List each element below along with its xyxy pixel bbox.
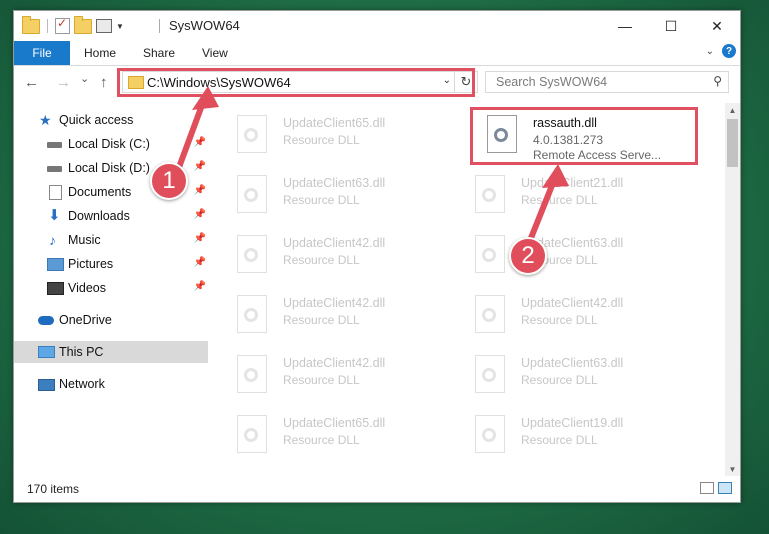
status-bar: 170 items (14, 476, 740, 502)
ribbon-tabs: File Home Share View ⌄ ? (14, 41, 740, 66)
pin-icon[interactable]: 📌 (194, 281, 206, 292)
sidebar-item-this-pc[interactable]: This PC (14, 341, 208, 363)
documents-icon (49, 185, 62, 200)
large-icons-view-icon[interactable] (718, 482, 732, 494)
file-item[interactable]: UpdateClient42.dll Resource DLL (211, 227, 436, 285)
dll-file-icon (475, 355, 505, 393)
pin-icon[interactable]: 📌 (194, 137, 206, 148)
dll-file-icon (475, 415, 505, 453)
address-folder-icon (128, 76, 144, 89)
navigation-pane: ★ Quick access Local Disk (C:) 📌 Local D… (14, 103, 210, 471)
tab-home[interactable]: Home (84, 41, 116, 65)
back-arrow-icon[interactable]: ← (24, 74, 39, 91)
address-dropdown-icon[interactable]: ⌄ (443, 75, 451, 86)
tab-file[interactable]: File (14, 41, 70, 65)
sidebar-item-downloads[interactable]: ⬇ Downloads 📌 (14, 205, 208, 227)
details-view-icon[interactable] (700, 482, 714, 494)
scroll-up-icon[interactable]: ▲ (725, 103, 740, 117)
network-icon (38, 379, 55, 391)
title-divider (159, 19, 160, 33)
toolbar-divider (47, 19, 48, 33)
navigation-bar: ← → ⌄ ↑ C:\Windows\SysWOW64 ⌄ ↻ ⚲ (14, 66, 740, 100)
window-title: SysWOW64 (169, 18, 240, 33)
pin-icon[interactable]: 📌 (194, 233, 206, 244)
music-icon: ♪ (49, 232, 56, 248)
file-list: UpdateClient65.dll Resource DLL UpdateCl… (211, 103, 727, 473)
sidebar-item-quick-access[interactable]: ★ Quick access (14, 109, 208, 131)
step-1-badge: 1 (150, 162, 188, 200)
sidebar-item-music[interactable]: ♪ Music 📌 (14, 229, 208, 251)
refresh-icon[interactable]: ↻ (454, 72, 477, 92)
maximize-button[interactable]: ☐ (648, 11, 694, 41)
folder-icon (22, 15, 40, 34)
dll-file-icon (237, 415, 267, 453)
star-icon: ★ (39, 112, 52, 128)
explorer-window: ▼ SysWOW64 — ☐ ✕ File Home Share View ⌄ … (13, 10, 741, 503)
file-item[interactable]: UpdateClient42.dll Resource DLL (211, 287, 436, 345)
dll-file-icon (237, 355, 267, 393)
pin-icon[interactable]: 📌 (194, 257, 206, 268)
file-item[interactable]: UpdateClient42.dll Resource DLL (449, 287, 674, 345)
dll-file-icon (237, 235, 267, 273)
search-input[interactable] (494, 74, 698, 90)
scroll-down-icon[interactable]: ▼ (725, 462, 740, 476)
minimize-button[interactable]: — (602, 11, 648, 41)
dll-file-icon (237, 115, 267, 153)
qat-dropdown-icon[interactable]: ▼ (116, 22, 124, 31)
sidebar-item-pictures[interactable]: Pictures 📌 (14, 253, 208, 275)
sidebar-item-onedrive[interactable]: OneDrive (14, 309, 208, 331)
address-bar[interactable]: C:\Windows\SysWOW64 ⌄ ↻ (122, 71, 478, 93)
file-item[interactable]: UpdateClient63.dll Resource DLL (211, 167, 436, 225)
quick-access-toolbar: ▼ (22, 15, 124, 34)
title-bar: ▼ SysWOW64 — ☐ ✕ (14, 11, 740, 41)
file-item[interactable]: UpdateClient63.dll Resource DLL (449, 227, 674, 285)
dll-file-icon (237, 175, 267, 213)
dll-file-icon (475, 235, 505, 273)
computer-icon (38, 346, 55, 358)
vertical-scrollbar[interactable]: ▲ ▼ (725, 103, 740, 476)
videos-icon (47, 282, 64, 295)
pin-icon[interactable]: 📌 (194, 161, 206, 172)
address-path[interactable]: C:\Windows\SysWOW64 (147, 75, 291, 90)
dll-file-icon (475, 295, 505, 333)
sidebar-item-local-disk-c[interactable]: Local Disk (C:) 📌 (14, 133, 208, 155)
cloud-icon (38, 316, 54, 325)
pin-icon[interactable]: 📌 (194, 209, 206, 220)
file-item[interactable]: UpdateClient42.dll Resource DLL (211, 347, 436, 405)
dll-file-icon (475, 175, 505, 213)
dll-file-icon (487, 115, 517, 153)
file-item[interactable]: UpdateClient21.dll Resource DLL (449, 167, 674, 225)
view-switcher (700, 482, 732, 494)
recent-locations-icon[interactable]: ⌄ (80, 72, 89, 85)
up-arrow-icon[interactable]: ↑ (100, 74, 108, 91)
sidebar-item-network[interactable]: Network (14, 373, 208, 395)
tab-view[interactable]: View (202, 41, 228, 65)
dll-file-icon (237, 295, 267, 333)
file-item-rassauth[interactable]: rassauth.dll 4.0.1381.273 Remote Access … (461, 107, 686, 165)
properties-check-icon[interactable] (55, 16, 70, 34)
forward-arrow-icon[interactable]: → (56, 74, 71, 91)
pictures-icon (47, 258, 64, 271)
search-box[interactable]: ⚲ (485, 71, 729, 93)
scroll-thumb[interactable] (727, 119, 738, 167)
tab-share[interactable]: Share (143, 41, 175, 65)
customize-icon[interactable] (96, 19, 112, 33)
file-item[interactable]: UpdateClient65.dll Resource DLL (211, 107, 436, 165)
new-folder-icon[interactable] (74, 15, 92, 34)
step-2-badge: 2 (509, 237, 547, 275)
file-item[interactable]: UpdateClient63.dll Resource DLL (449, 347, 674, 405)
sidebar-item-videos[interactable]: Videos 📌 (14, 277, 208, 299)
close-button[interactable]: ✕ (694, 11, 740, 41)
disk-icon (47, 166, 62, 172)
item-count: 170 items (27, 482, 80, 496)
search-icon[interactable]: ⚲ (713, 74, 722, 88)
ribbon-expand-icon[interactable]: ⌄ (706, 46, 714, 57)
window-controls: — ☐ ✕ (602, 11, 740, 41)
file-item[interactable]: UpdateClient19.dll Resource DLL (449, 407, 674, 465)
help-icon[interactable]: ? (722, 44, 736, 58)
file-item[interactable]: UpdateClient65.dll Resource DLL (211, 407, 436, 465)
pin-icon[interactable]: 📌 (194, 185, 206, 196)
download-icon: ⬇ (48, 207, 61, 224)
disk-icon (47, 142, 62, 148)
